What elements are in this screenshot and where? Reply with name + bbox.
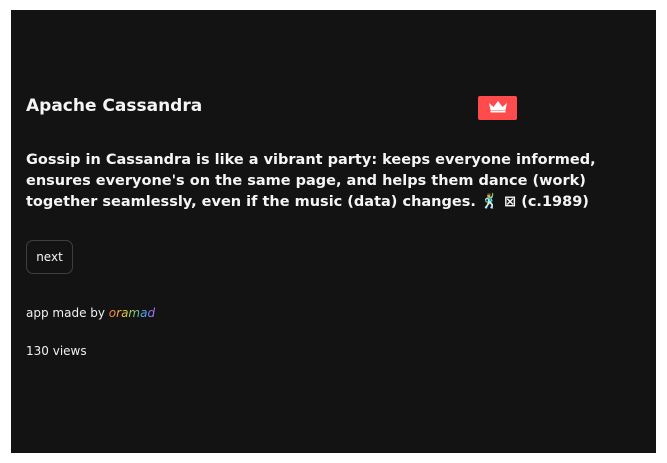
app-credit: app made by oramad	[26, 306, 155, 320]
next-button[interactable]: next	[26, 240, 73, 274]
view-count: 130 views	[26, 344, 87, 358]
credit-prefix: app made by	[26, 306, 109, 320]
page-title: Apache Cassandra	[26, 96, 203, 116]
gossip-description: Gossip in Cassandra is like a vibrant pa…	[26, 152, 596, 210]
app-frame: Apache Cassandra Gossip in Cassandra is …	[11, 10, 656, 453]
crown-logo	[478, 96, 517, 120]
author-link[interactable]: oramad	[109, 306, 155, 320]
crown-icon	[487, 99, 509, 118]
